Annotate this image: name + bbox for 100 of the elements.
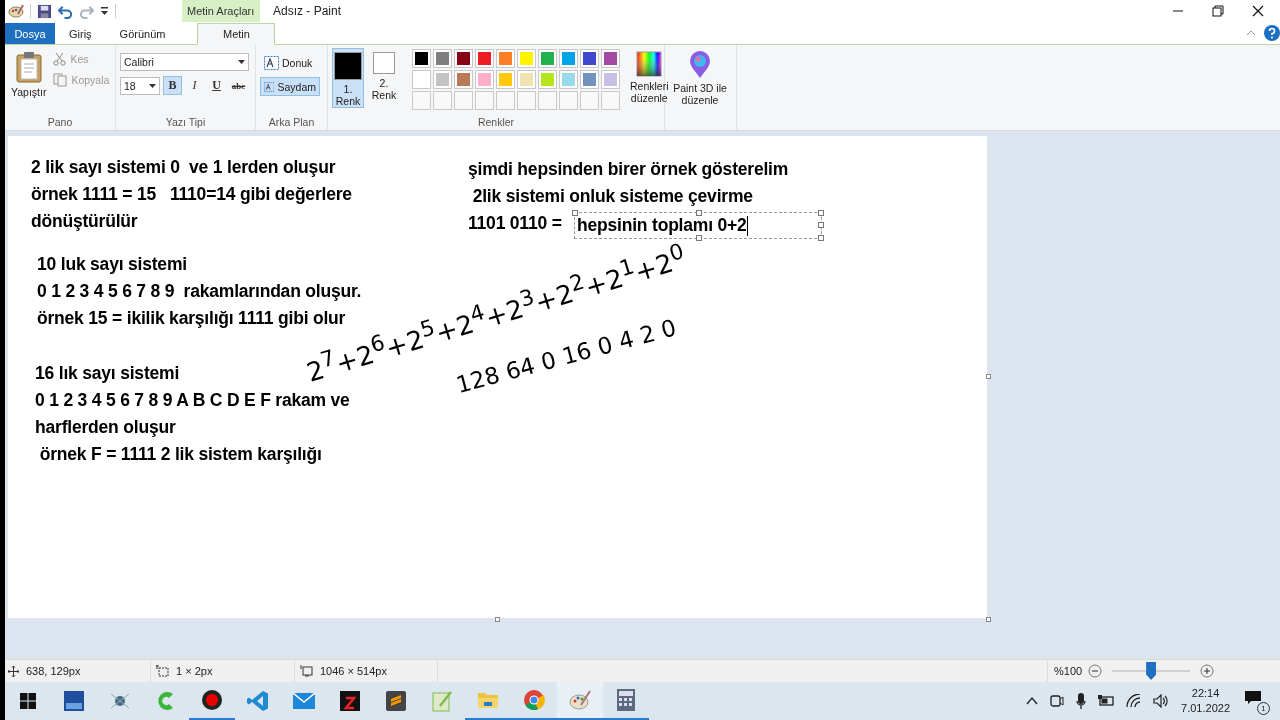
ribbon-tab[interactable]: Görünüm: [105, 23, 180, 44]
image-size: 1046 × 514px: [320, 665, 387, 677]
copy-icon: [53, 73, 68, 87]
canvas-text: 10 luk sayı sistemi: [37, 253, 187, 276]
color-slot[interactable]: 2. Renk: [368, 48, 400, 108]
speaker-icon[interactable]: [1153, 694, 1170, 708]
resize-handle[interactable]: [818, 235, 824, 241]
italic-button[interactable]: I: [185, 76, 204, 95]
browser-icon: [523, 689, 545, 711]
palette-color[interactable]: [433, 70, 452, 89]
underline-button[interactable]: U: [207, 76, 226, 95]
code-editor-icon: [247, 690, 269, 712]
resize-handle[interactable]: [495, 617, 500, 622]
save-icon[interactable]: [37, 3, 52, 19]
bold-button[interactable]: B: [163, 76, 182, 95]
camera-icon[interactable]: [1050, 693, 1065, 709]
dropdown-caret-icon: [149, 83, 156, 88]
selection-size: 1 × 2px: [176, 665, 213, 677]
restore-icon[interactable]: [1212, 5, 1224, 17]
zoom-in-icon[interactable]: [1200, 664, 1215, 678]
record-icon: [201, 689, 223, 711]
palette-color[interactable]: [496, 49, 515, 68]
move-cursor-icon: [8, 665, 19, 677]
app-icon: [339, 690, 361, 712]
zoom-slider-thumb[interactable]: [1146, 662, 1157, 680]
color-spectrum-icon: [636, 51, 663, 77]
palette-color[interactable]: [559, 70, 578, 89]
palette-color[interactable]: [601, 49, 620, 68]
palette-color[interactable]: [580, 49, 599, 68]
paint-app-icon[interactable]: [8, 3, 24, 19]
selection-size-icon: [156, 665, 169, 677]
group-label: Pano: [46, 116, 74, 130]
palette-color[interactable]: [517, 49, 536, 68]
palette-color[interactable]: [454, 49, 473, 68]
text-frame-icon: [264, 79, 275, 94]
app-icon: [431, 690, 453, 712]
font-family-dropdown[interactable]: Calibri: [120, 53, 249, 71]
zoom-out-icon[interactable]: [1088, 664, 1103, 678]
canvas-text: harflerden oluşur: [35, 416, 176, 439]
palette-color[interactable]: [475, 49, 494, 68]
windows-logo-icon: [20, 693, 36, 709]
canvas-text: örnek 15 = ikilik karşılığı 1111 gibi olur: [37, 307, 346, 330]
window-title: Adsız - Paint: [273, 4, 342, 18]
tray-expand-icon[interactable]: [1026, 697, 1039, 705]
text-input-box[interactable]: hepsinin toplamı 0+2: [574, 212, 822, 239]
resize-handle[interactable]: [986, 374, 991, 379]
palette-color[interactable]: [454, 70, 473, 89]
canvas-text: 1101 0110 =: [468, 212, 562, 235]
file-tab[interactable]: Dosya: [5, 23, 55, 44]
paste-button[interactable]: Yapıştır: [9, 48, 49, 116]
customize-caret-icon[interactable]: [100, 6, 109, 16]
canvas-text: 2lik sistemi onluk sisteme çevirme: [471, 185, 753, 208]
ribbon-tab[interactable]: Giriş: [55, 23, 106, 44]
palette-color[interactable]: [475, 70, 494, 89]
text-frame-icon: [264, 55, 279, 70]
canvas-text: 2 lik sayı sistemi 0 ve 1 lerden oluşur: [31, 156, 336, 179]
wifi-icon[interactable]: [1126, 694, 1142, 708]
palette-color[interactable]: [580, 70, 599, 89]
resize-handle[interactable]: [696, 210, 702, 216]
paint-3d-button[interactable]: Paint 3D ile düzenle: [669, 48, 731, 130]
clipboard-icon: [14, 51, 43, 83]
collapse-ribbon-icon[interactable]: [1246, 30, 1256, 36]
mail-icon: [293, 693, 315, 709]
color-slot[interactable]: 1. Renk: [332, 48, 364, 108]
palette-color[interactable]: [412, 70, 431, 89]
canvas-text: 0 1 2 3 4 5 6 7 8 9 A B C D E F rakam ve: [35, 389, 350, 412]
background-option[interactable]: Donuk: [260, 53, 320, 72]
canvas-text: dönüştürülür: [31, 210, 138, 233]
palette-color[interactable]: [559, 49, 578, 68]
app-icon: [63, 690, 85, 712]
notification-icon[interactable]: [1244, 690, 1262, 706]
help-icon[interactable]: [1264, 25, 1280, 41]
close-icon[interactable]: [1252, 5, 1264, 17]
clock[interactable]: 22:14 7.01.2022: [1181, 686, 1230, 716]
background-option[interactable]: Saydam: [260, 77, 320, 96]
palette-color[interactable]: [517, 70, 536, 89]
group-label: Arka Plan: [267, 116, 316, 130]
palette-color[interactable]: [496, 70, 515, 89]
palette-color[interactable]: [601, 70, 620, 89]
edit-colors-button[interactable]: Renkleri düzenle: [628, 48, 671, 116]
font-size-dropdown[interactable]: 18: [120, 76, 160, 95]
palette-color[interactable]: [433, 49, 452, 68]
folder-icon: [477, 690, 499, 710]
group-label: Renkler: [476, 116, 516, 130]
canvas-text: 16 lık sayı sistemi: [35, 362, 180, 385]
resize-handle[interactable]: [696, 235, 702, 241]
palette-color[interactable]: [412, 49, 431, 68]
ribbon-tab[interactable]: Metin: [197, 23, 276, 45]
app-icon: [385, 690, 407, 712]
notification-count: 1: [1257, 702, 1270, 715]
palette-color[interactable]: [538, 70, 557, 89]
strike-button[interactable]: abc: [229, 76, 248, 95]
image-size-icon: [300, 665, 313, 677]
canvas-text: şimdi hepsinden birer örnek gösterelim: [468, 158, 789, 181]
microphone-icon[interactable]: [1076, 692, 1087, 710]
resize-handle[interactable]: [986, 617, 991, 622]
battery-icon[interactable]: [1098, 695, 1115, 707]
resize-handle[interactable]: [572, 210, 578, 216]
context-tab-header: Metin Araçları: [182, 0, 260, 22]
palette-color[interactable]: [538, 49, 557, 68]
